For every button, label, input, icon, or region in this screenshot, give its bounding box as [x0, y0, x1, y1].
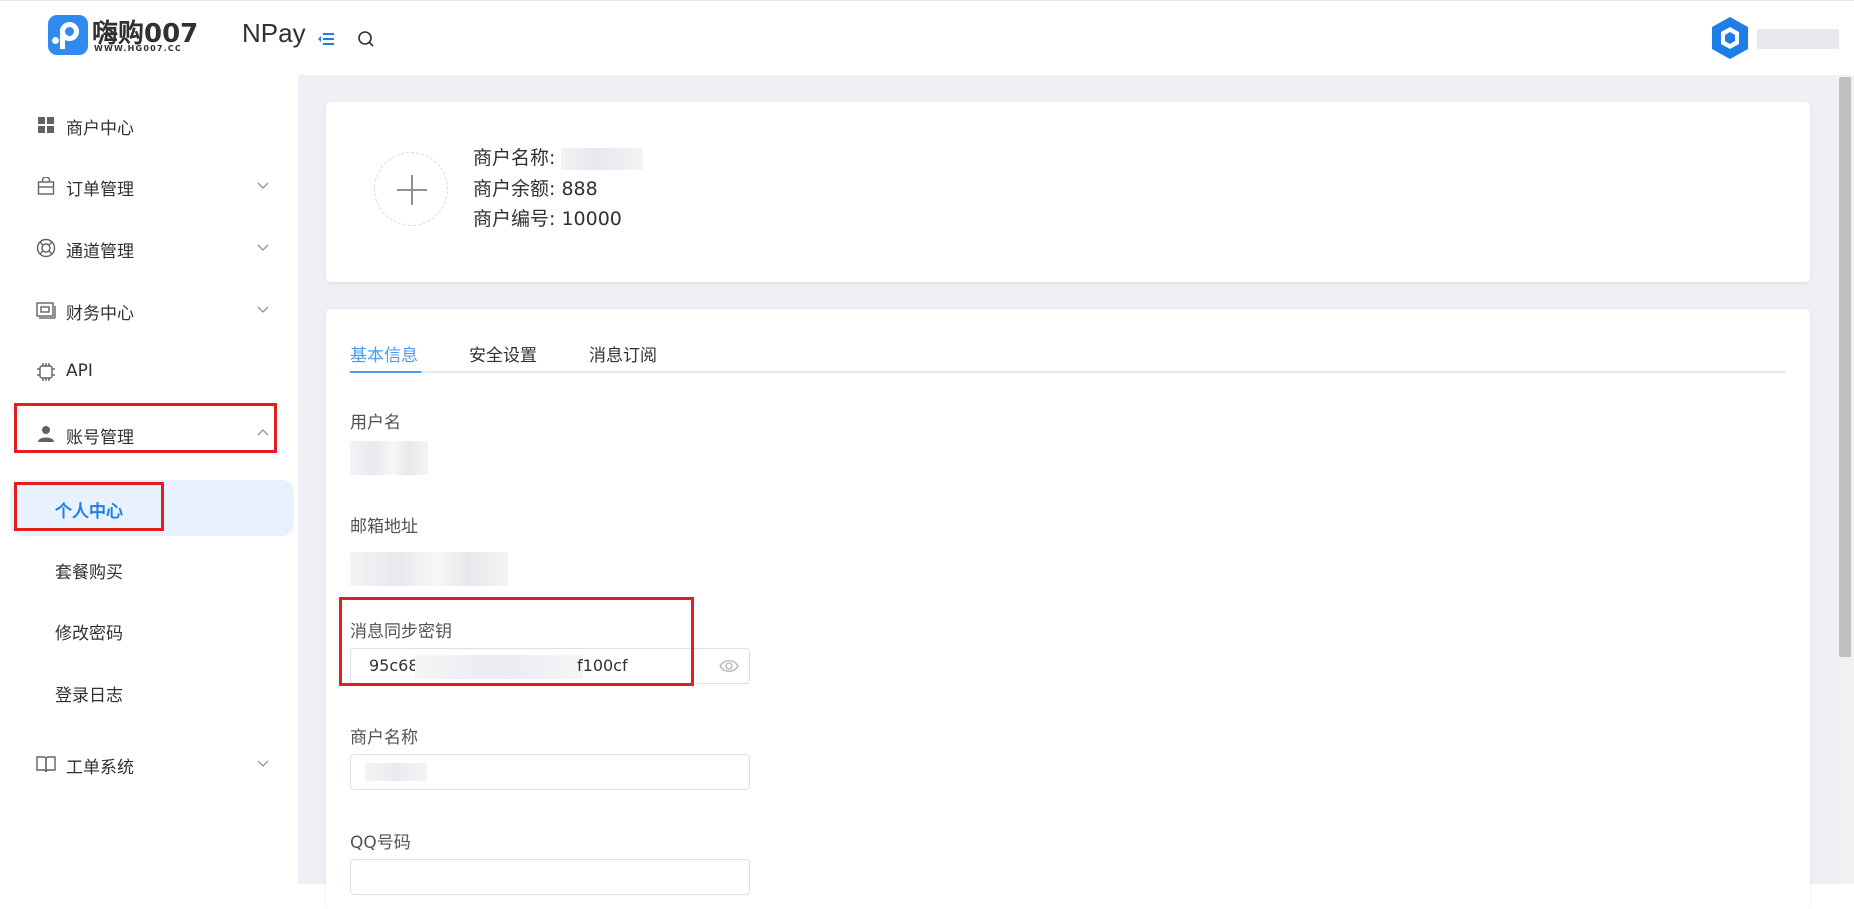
scrollbar-thumb[interactable] [1839, 77, 1851, 657]
merchant-name-label: 商户名称 [350, 728, 418, 748]
secret-key-input[interactable]: 95c68 f100cf [350, 648, 750, 684]
book-icon [36, 754, 56, 774]
search-icon[interactable] [355, 28, 377, 50]
sidebar-item-api[interactable]: API [14, 347, 276, 397]
menu-fold-icon[interactable] [315, 28, 337, 50]
sidebar-item-label: 工单系统 [66, 758, 134, 778]
logo-icon [48, 15, 88, 55]
sidebar-item-label: 订单管理 [66, 180, 134, 200]
sidebar-item-account[interactable]: 账号管理 [14, 409, 276, 459]
grid-icon [36, 115, 56, 135]
merchant-balance-value: 888 [561, 178, 598, 200]
merchant-id-label: 商户编号: [473, 208, 556, 230]
chevron-down-icon [257, 760, 269, 767]
chip-icon [36, 362, 56, 382]
merchant-name-value [561, 147, 644, 170]
main-content: 商户名称: 商户余额: 888 商户编号: 10000 基本信息 安全设置 消息… [298, 75, 1836, 909]
sidebar-subitem-label: 套餐购买 [55, 563, 123, 583]
scrollbar[interactable] [1836, 75, 1854, 884]
eye-icon[interactable] [719, 658, 739, 674]
profile-card: 商户名称: 商户余额: 888 商户编号: 10000 [326, 102, 1810, 282]
sidebar-item-label: 通道管理 [66, 242, 134, 262]
secret-key-prefix: 95c68 [369, 656, 419, 675]
avatar-icon [1712, 17, 1748, 59]
avatar-upload[interactable] [374, 152, 448, 226]
user-name [1757, 29, 1839, 49]
sidebar-item-channels[interactable]: 通道管理 [14, 223, 276, 273]
sidebar-subitem-label: 登录日志 [55, 686, 123, 706]
email-label: 邮箱地址 [350, 517, 418, 537]
sidebar-subitem-login-log[interactable]: 登录日志 [10, 664, 294, 720]
tab-active-indicator [350, 371, 421, 373]
chevron-up-icon [257, 429, 269, 436]
user-icon [36, 424, 56, 444]
lifebuoy-icon [36, 238, 56, 258]
sidebar-subitem-change-password[interactable]: 修改密码 [10, 602, 294, 658]
secret-key-suffix: f100cf [577, 656, 628, 675]
info-card: 基本信息 安全设置 消息订阅 用户名 邮箱地址 消息同步密钥 95c68 f10… [326, 309, 1810, 909]
sidebar-item-orders[interactable]: 订单管理 [14, 161, 276, 211]
merchant-name-label: 商户名称: [473, 147, 556, 169]
logo[interactable]: 嗨购007 WWW.HG007.CC NPay [48, 15, 306, 59]
chevron-down-icon [257, 182, 269, 189]
tab-security-settings[interactable]: 安全设置 [469, 341, 537, 373]
chevron-down-icon [257, 306, 269, 313]
username-label: 用户名 [350, 413, 401, 433]
sidebar-subitem-label: 个人中心 [55, 502, 123, 522]
merchant-id-value: 10000 [561, 208, 622, 230]
sidebar-subitem-personal-center[interactable]: 个人中心 [10, 480, 294, 536]
top-header: 嗨购007 WWW.HG007.CC NPay [0, 0, 1854, 75]
username-value [350, 441, 428, 475]
logo-url: WWW.HG007.CC [94, 44, 183, 53]
sidebar: 商户中心 订单管理 通道管理 财务中心 API 账号管理 个人中心 套餐购买 修… [0, 75, 298, 884]
shopping-bag-icon [36, 176, 56, 196]
chevron-down-icon [257, 244, 269, 251]
merchant-name-input-value [365, 763, 427, 781]
logo-product: NPay [242, 18, 306, 48]
sidebar-item-merchant-center[interactable]: 商户中心 [14, 100, 276, 150]
tab-basic-info[interactable]: 基本信息 [350, 341, 418, 373]
merchant-name-input[interactable] [350, 754, 750, 790]
sidebar-item-finance[interactable]: 财务中心 [14, 285, 276, 335]
sidebar-item-tickets[interactable]: 工单系统 [14, 739, 276, 789]
merchant-balance-row: 商户余额: 888 [473, 174, 598, 201]
sidebar-subitem-package-purchase[interactable]: 套餐购买 [10, 541, 294, 597]
sidebar-item-label: API [66, 361, 93, 381]
merchant-id-row: 商户编号: 10000 [473, 204, 622, 231]
email-value [350, 552, 508, 586]
sidebar-item-label: 账号管理 [66, 428, 134, 448]
sidebar-item-label: 商户中心 [66, 119, 134, 139]
sidebar-subitem-label: 修改密码 [55, 624, 123, 644]
qq-input[interactable] [350, 859, 750, 895]
merchant-name-row: 商户名称: [473, 143, 644, 170]
wallet-icon [36, 300, 56, 320]
tab-bar: 基本信息 安全设置 消息订阅 [350, 341, 1786, 373]
sidebar-item-label: 财务中心 [66, 304, 134, 324]
qq-label: QQ号码 [350, 833, 411, 853]
user-menu[interactable] [1707, 11, 1847, 67]
merchant-balance-label: 商户余额: [473, 178, 556, 200]
tab-message-subscription[interactable]: 消息订阅 [589, 341, 657, 373]
secret-key-label: 消息同步密钥 [350, 622, 452, 642]
secret-key-mask [415, 655, 583, 679]
